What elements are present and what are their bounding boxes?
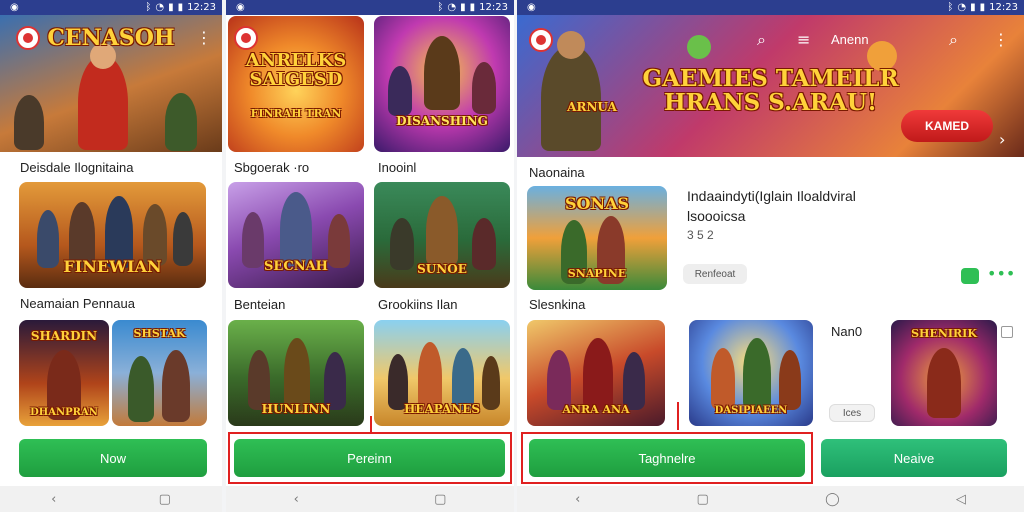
wifi-icon: ◔ xyxy=(155,2,165,13)
highlight-pointer xyxy=(370,416,372,432)
game-card-1[interactable]: FINEWIAN xyxy=(19,182,206,288)
nav-bar: ‹ ▢ xyxy=(226,486,514,512)
banner-action-button[interactable]: KAMED xyxy=(901,110,993,142)
card-title: HUNLINN xyxy=(261,402,331,417)
signal-icon: ▮ xyxy=(460,2,466,13)
bluetooth-icon: ᛒ xyxy=(947,2,954,13)
home-icon[interactable]: ▢ xyxy=(697,492,709,507)
screen-middle: ◉ ᛒ ◔ ▮ ▮ 12:23 ANRELKS SAIGESD FINRAH T… xyxy=(226,0,514,512)
screen-left: ◉ ᛒ ◔ ▮ ▮ 12:23 CENASOH ⋮ Deisdale Ilogn… xyxy=(0,0,222,512)
card-subtitle: FINRAH TRAN xyxy=(250,107,342,120)
game-card-2[interactable]: ANRA ANA xyxy=(527,320,665,426)
app-name: Indaaindyti(Iglain Iloaldviral xyxy=(687,188,856,204)
section-title: Naonaina xyxy=(529,165,585,180)
bluetooth-icon: ᛒ xyxy=(145,2,152,13)
game-card-5[interactable]: HUNLINN xyxy=(228,320,364,426)
wifi-icon: ◔ xyxy=(447,2,457,13)
primary-button[interactable]: Taghnelre xyxy=(529,439,805,477)
premium-button[interactable]: Pereinn xyxy=(234,439,505,477)
nav-bar: ‹ ▢ ◯ ◁ xyxy=(517,486,1024,512)
battery-icon: ▮ xyxy=(469,2,476,13)
status-time: 12:23 xyxy=(989,2,1018,13)
checkbox[interactable] xyxy=(1001,326,1013,338)
bluetooth-icon: ᛒ xyxy=(437,2,444,13)
card-title: DASIPIAEEN xyxy=(714,404,788,416)
more-menu-icon[interactable]: ⋮ xyxy=(196,28,212,47)
card-title: SHARDIN xyxy=(30,329,98,343)
banner-title: GAEMIES TAMEILR HRANS S.ARAU! xyxy=(642,65,899,117)
status-time: 12:23 xyxy=(479,2,508,13)
battery-icon: ▮ xyxy=(979,2,986,13)
install-icon[interactable] xyxy=(961,268,979,284)
home-circle-icon[interactable]: ◯ xyxy=(825,492,840,507)
search-icon[interactable]: ⌕ xyxy=(757,30,766,50)
side-label: Nan0 xyxy=(831,324,863,339)
card-subtitle: DHANPRAN xyxy=(30,406,98,418)
section-title: Neamaian Pennaua xyxy=(20,296,135,311)
game-label: Inooinl xyxy=(378,160,417,175)
card-title: SECNAH xyxy=(264,259,328,275)
card-title: HEAPANES xyxy=(403,402,481,417)
game-card-featured[interactable]: SONAS SNAPINE xyxy=(527,186,667,290)
status-bar: ◉ ᛒ ◔ ▮ ▮ 12:23 xyxy=(517,0,1024,15)
game-card-featured-2[interactable]: DISANSHING xyxy=(374,16,510,152)
card-title: SHSTAK xyxy=(133,327,186,340)
dropdown[interactable]: Ices xyxy=(829,404,875,422)
now-button[interactable]: Now xyxy=(19,439,207,477)
chevron-right-icon[interactable]: › xyxy=(999,130,1005,149)
back-icon[interactable]: ‹ xyxy=(294,492,299,507)
screen-right: ◉ ᛒ ◔ ▮ ▮ 12:23 GAEMIES TAMEILR HRANS S.… xyxy=(517,0,1024,512)
game-card-4[interactable]: SHENIRIK xyxy=(891,320,997,426)
game-card-3[interactable]: SECNAH xyxy=(228,182,364,288)
search-icon[interactable]: ⌕ xyxy=(949,30,958,50)
highlight-pointer xyxy=(677,402,679,430)
section-title: Slesnkina xyxy=(529,297,586,312)
notification-icon: ◉ xyxy=(527,2,536,13)
status-time: 12:23 xyxy=(187,2,216,13)
status-bar: ◉ ᛒ ◔ ▮ ▮ 12:23 xyxy=(226,0,514,15)
app-logo-icon xyxy=(16,26,40,50)
game-label: Benteian xyxy=(234,297,286,312)
notification-icon: ◉ xyxy=(10,2,19,13)
back-triangle-icon[interactable]: ◁ xyxy=(956,492,966,507)
notification-icon: ◉ xyxy=(236,2,245,13)
wifi-icon: ◔ xyxy=(957,2,967,13)
secondary-button[interactable]: Neaive xyxy=(821,439,1007,477)
app-logo-icon xyxy=(529,28,553,52)
battery-icon: ▮ xyxy=(177,2,184,13)
game-card-3[interactable]: SHSTAK xyxy=(112,320,207,426)
game-card-6[interactable]: HEAPANES xyxy=(374,320,510,426)
card-subtitle: SNAPINE xyxy=(567,267,627,281)
header-text: Anenn xyxy=(831,32,869,47)
signal-icon: ▮ xyxy=(168,2,174,13)
status-bar: ◉ ᛒ ◔ ▮ ▮ 12:23 xyxy=(0,0,222,15)
home-icon[interactable]: ▢ xyxy=(434,492,446,507)
back-icon[interactable]: ‹ xyxy=(51,492,56,507)
game-card-2[interactable]: SHARDIN DHANPRAN xyxy=(19,320,109,426)
game-label: Sbgoerak ·ro xyxy=(234,160,310,175)
card-title: ANRA ANA xyxy=(562,403,630,417)
tag-pill[interactable]: Renfeoat xyxy=(683,264,747,284)
game-label: Grookiins Ilan xyxy=(378,297,458,312)
app-rating: 3 5 2 xyxy=(687,228,714,242)
card-title: SHENIRIK xyxy=(911,327,977,340)
app-logo-icon xyxy=(234,26,258,50)
nav-bar: ‹ ▢ xyxy=(0,486,222,512)
card-title: DISANSHING xyxy=(396,114,488,129)
card-title: SUNOE xyxy=(417,262,467,277)
section-title: Deisdale Ilognitaina xyxy=(20,160,134,175)
card-title: ANRELKS SAIGESD xyxy=(245,50,347,90)
signal-icon: ▮ xyxy=(970,2,976,13)
card-title: SONAS xyxy=(564,194,630,213)
more-menu-icon[interactable]: ⋮ xyxy=(993,30,1009,49)
more-options-icon[interactable]: ••• xyxy=(987,264,1015,283)
home-icon[interactable]: ▢ xyxy=(159,492,171,507)
back-icon[interactable]: ‹ xyxy=(575,492,580,507)
banner-subtitle: ARNUA xyxy=(567,100,617,114)
app-name-sub: lsoooicsa xyxy=(687,208,746,224)
card-title: FINEWIAN xyxy=(63,257,162,277)
game-card-4[interactable]: SUNOE xyxy=(374,182,510,288)
menu-icon[interactable]: ≡ xyxy=(797,30,810,49)
game-card-3[interactable]: DASIPIAEEN xyxy=(689,320,813,426)
